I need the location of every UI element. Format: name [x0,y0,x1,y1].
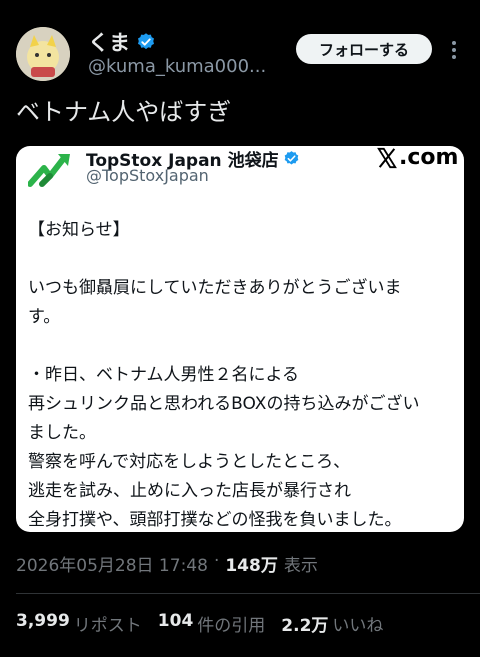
view-label: 表示 [283,556,318,576]
repost-label[interactable]: リポスト [74,611,142,636]
card-body-line: 再シュリンク品と思われるBOXの持ち込みがござい [28,394,420,414]
topstox-logo-icon [28,154,70,187]
card-body: 【お知らせ】 いつも御贔屓にしていただきありがとうございま す。 ・昨日、ベトナ… [28,216,456,532]
card-source-text: .com [399,146,459,170]
card-body-line: す。 [28,307,61,327]
quote-count[interactable]: 104 [158,611,194,636]
like-count[interactable]: 2.2万 [281,611,328,636]
divider [16,593,480,594]
card-body-line: 警察を呼んで対応をしようとしたところ、 [28,452,351,472]
card-body-line: ました。 [28,423,96,443]
card-verified-badge-icon [284,151,298,165]
post-meta: 2026年05月28日 17:48 · 148万 表示 [16,551,318,576]
card-author-handle: @TopStoxJapan [86,166,209,185]
repost-count[interactable]: 3,999 [16,611,70,636]
card-body-line: 逃走を試み、止めに入った店長が暴行され [28,481,351,501]
avatar-image [16,27,70,81]
card-body-line: 全身打撲や、頭部打撲などの怪我を負いました。 [28,510,402,530]
author-handle[interactable]: @kuma_kuma000... [88,56,266,77]
more-vertical-icon[interactable] [448,38,460,62]
card-source-label: .com [376,146,458,170]
avatar[interactable] [16,27,70,81]
quote-label[interactable]: 件の引用 [197,611,265,636]
card-body-line [28,245,456,274]
view-count: 148万 [225,556,278,576]
post-timestamp[interactable]: 2026年05月28日 17:48 [16,551,208,576]
top-edge [0,0,480,10]
quoted-post-card[interactable]: TopStox Japan 池袋店 @TopStoxJapan .com 【お知… [16,146,464,532]
card-body-line: 【お知らせ】 [28,220,130,240]
like-label[interactable]: いいね [332,611,383,636]
author-display-name[interactable]: くま [88,27,130,57]
meta-separator: · [213,551,220,571]
engagement-stats: 3,999 リポスト 104 件の引用 2.2万 いいね [16,611,395,636]
follow-button[interactable]: フォローする [296,34,432,64]
card-body-line: いつも御贔屓にしていただきありがとうございま [28,278,402,298]
card-body-line [28,332,456,361]
tweet-text: ベトナム人やばすぎ [16,98,232,126]
card-body-line: ・昨日、ベトナム人男性２名による [28,365,299,385]
x-logo-icon [377,147,397,168]
verified-badge-icon [138,33,154,50]
author-name-row[interactable]: くま [88,27,156,57]
